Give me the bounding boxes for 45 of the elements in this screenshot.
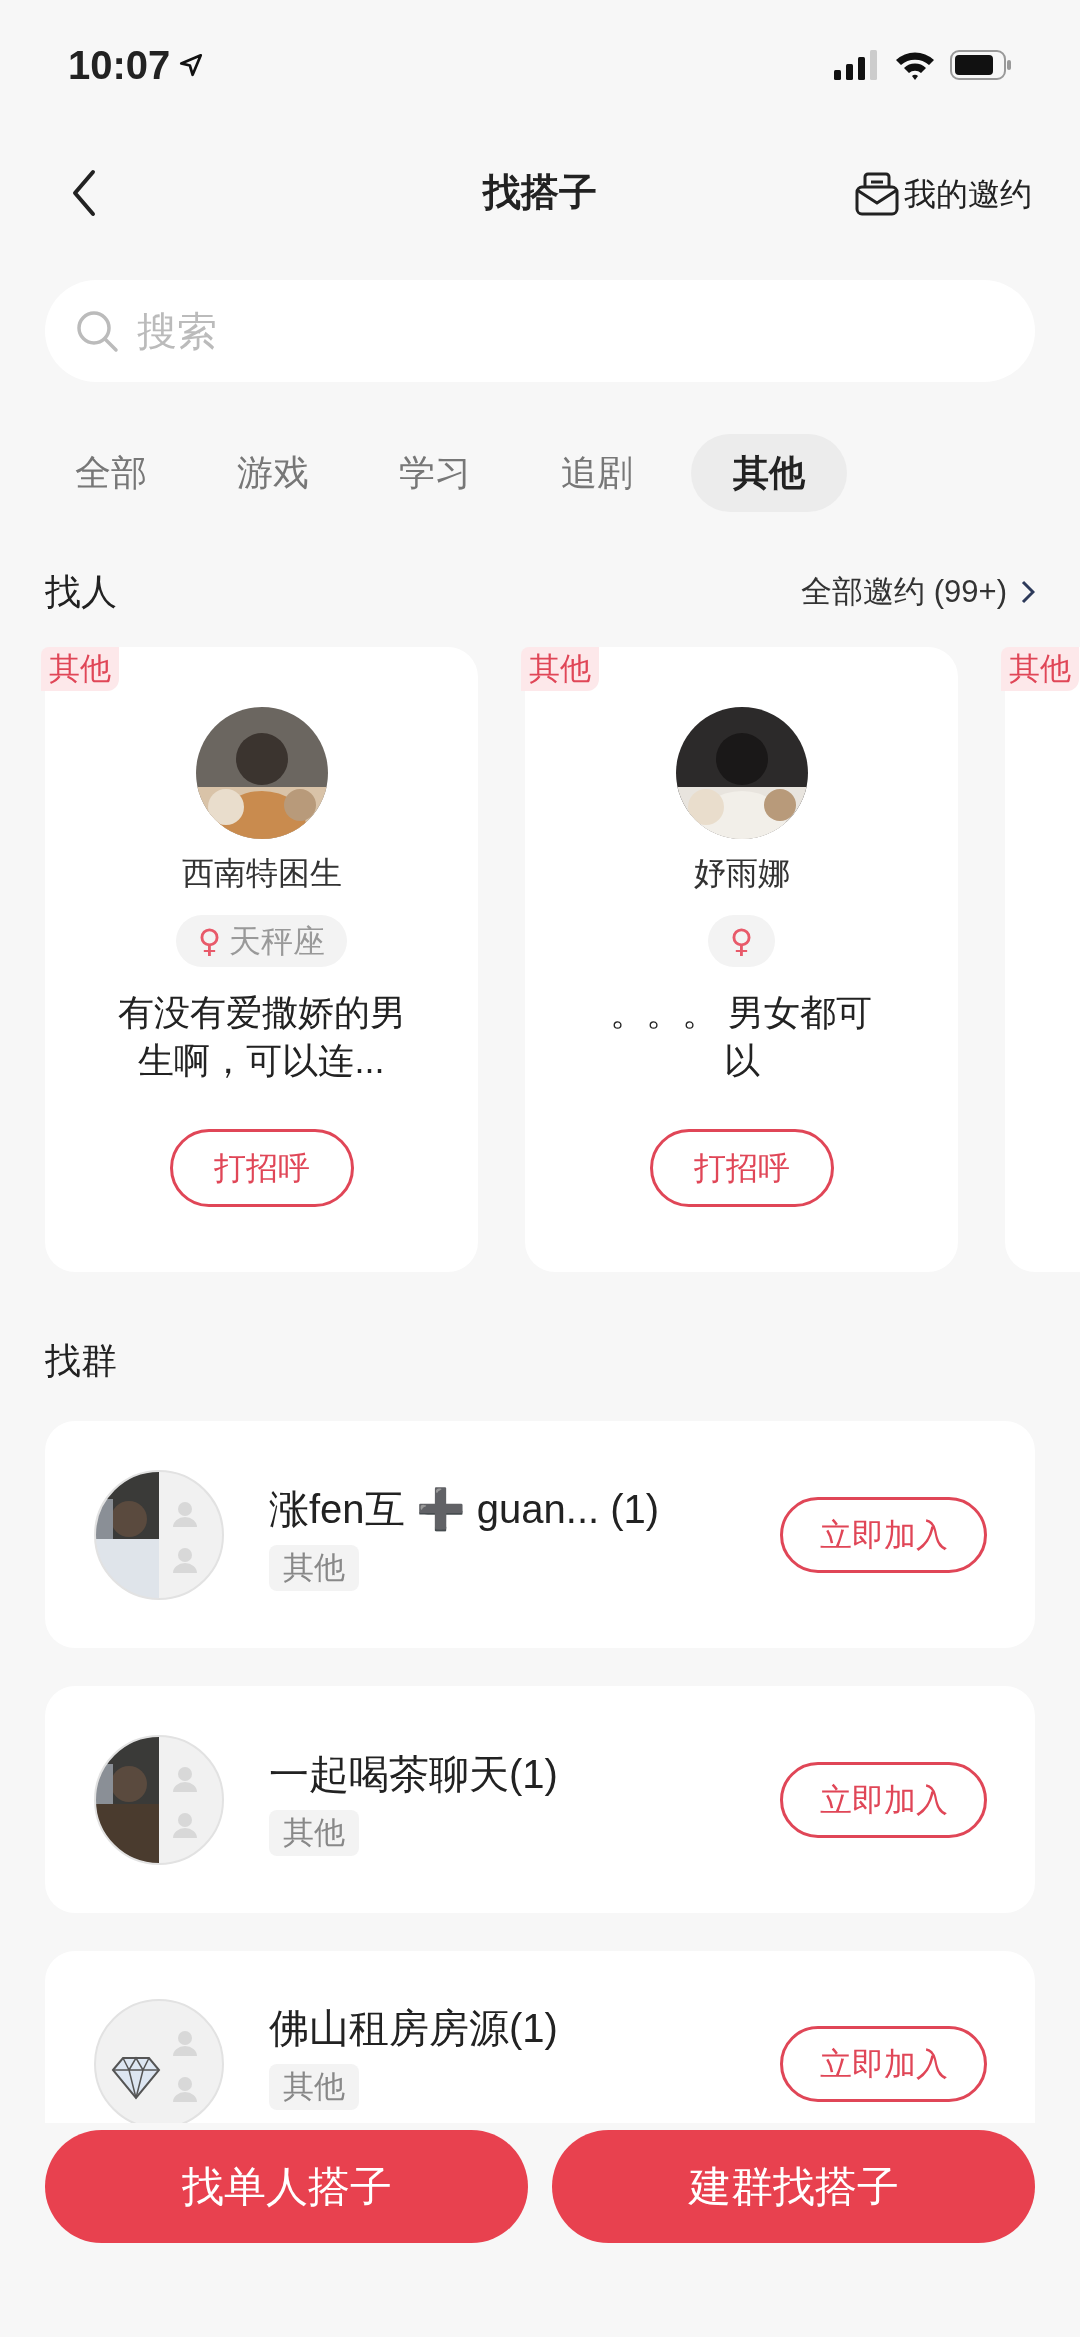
female-symbol: ♀ bbox=[729, 921, 754, 962]
group-name: 涨fen互 ➕ guan... (1) bbox=[269, 1485, 660, 1534]
user-name: 妤雨娜 bbox=[693, 854, 790, 893]
invitation-text: 有没有爱撒娇的男生啊，可以连... bbox=[116, 991, 407, 1083]
group-card[interactable]: 佛山租房房源(1) 其他 立即加入 bbox=[45, 1951, 1035, 2123]
clock-time: 10:07 bbox=[68, 42, 171, 89]
group-name: 一起喝茶聊天(1) bbox=[269, 1750, 558, 1798]
all-invitations-link[interactable]: 全部邀约 (99+) bbox=[801, 568, 1035, 616]
category-tab[interactable]: 全部 bbox=[45, 434, 179, 512]
user-name: 西南特困生 bbox=[181, 854, 342, 893]
section-title: 找人 bbox=[45, 570, 117, 614]
group-card[interactable]: 一起喝茶聊天(1) 其他 立即加入 bbox=[45, 1686, 1035, 1913]
envelope-icon bbox=[854, 171, 900, 217]
greet-button[interactable]: 打招呼 bbox=[169, 1129, 354, 1207]
category-tab[interactable]: 学习 bbox=[367, 434, 503, 512]
join-button[interactable]: 立即加入 bbox=[780, 2026, 987, 2102]
zodiac-sign: 天秤座 bbox=[229, 922, 326, 961]
my-invitations-button[interactable]: 我的邀约 bbox=[854, 170, 1032, 218]
search-icon bbox=[75, 309, 119, 353]
category-tag: 其他 bbox=[269, 1809, 359, 1856]
create-group-button[interactable]: 建群找搭子 bbox=[552, 2130, 1035, 2243]
group-name: 佛山租房房源(1) bbox=[269, 2005, 558, 2052]
category-tab[interactable]: 其他 bbox=[691, 434, 847, 512]
chevron-right-icon bbox=[1021, 580, 1035, 604]
join-button[interactable]: 立即加入 bbox=[780, 1761, 987, 1838]
location-arrow-icon bbox=[178, 52, 205, 78]
female-symbol: ♀ bbox=[197, 921, 222, 962]
category-tag: 其他 bbox=[1001, 647, 1079, 691]
category-tag: 其他 bbox=[269, 2064, 359, 2110]
wifi-icon bbox=[894, 50, 936, 80]
signal-icon bbox=[834, 50, 880, 80]
invitation-text: 。。。 男女都可以 bbox=[609, 991, 874, 1083]
category-tab[interactable]: 游戏 bbox=[205, 434, 341, 512]
category-tab[interactable]: 追剧 bbox=[529, 434, 665, 512]
category-tag: 其他 bbox=[521, 647, 599, 691]
page-title: 找搭子 bbox=[483, 170, 597, 215]
section-title: 找群 bbox=[44, 1339, 118, 1383]
battery-icon bbox=[950, 50, 1012, 80]
join-button[interactable]: 立即加入 bbox=[780, 1496, 987, 1573]
category-tag: 其他 bbox=[269, 1544, 359, 1591]
group-card[interactable]: 涨fen互 ➕ guan... (1) 其他 立即加入 bbox=[45, 1421, 1035, 1648]
category-tag: 其他 bbox=[41, 647, 119, 691]
greet-button[interactable]: 打招呼 bbox=[649, 1129, 834, 1207]
find-partner-button[interactable]: 找单人搭子 bbox=[45, 2130, 528, 2243]
search-field[interactable]: 搜索 bbox=[45, 280, 1035, 382]
